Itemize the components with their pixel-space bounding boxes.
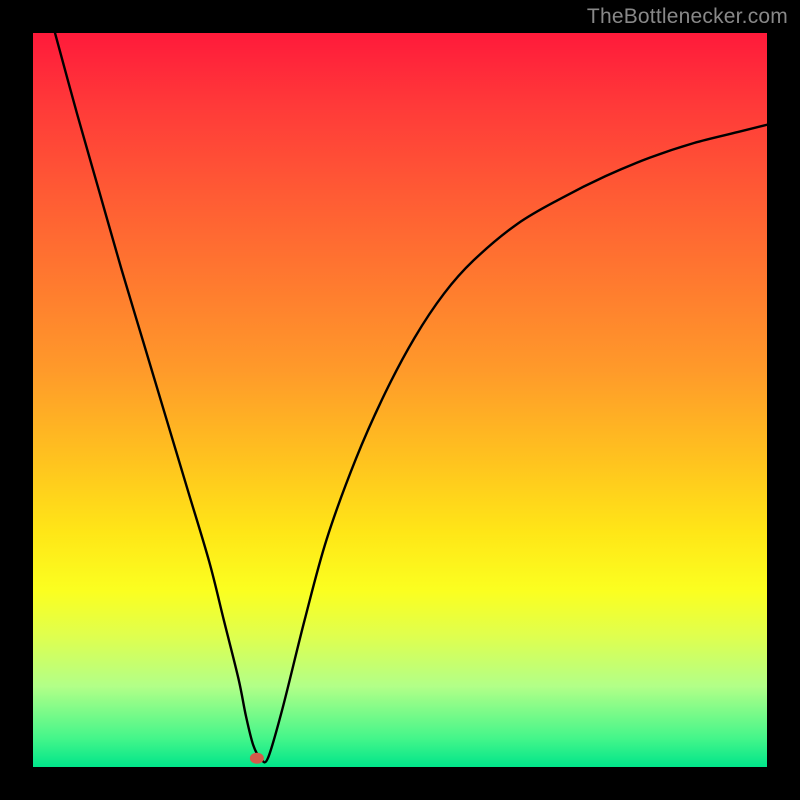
attribution-label: TheBottlenecker.com — [587, 5, 788, 29]
plot-gradient-bg — [33, 33, 767, 767]
chart-frame: TheBottlenecker.com — [0, 0, 800, 800]
